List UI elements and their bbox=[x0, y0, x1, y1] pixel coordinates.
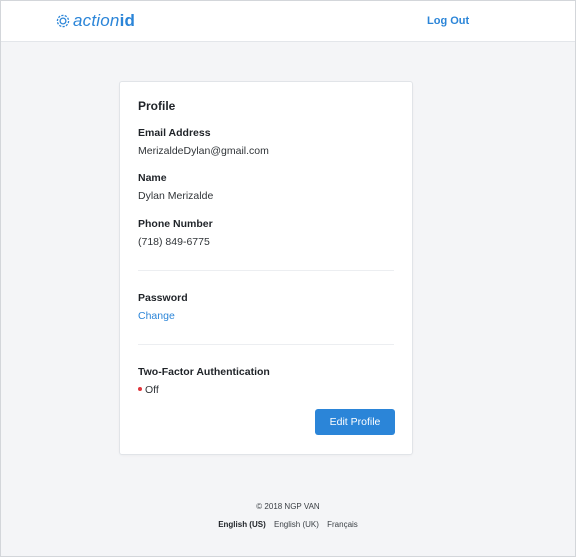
section-divider bbox=[138, 344, 394, 345]
two-factor-status-text: Off bbox=[145, 384, 159, 396]
top-nav-bar: actionid Log Out bbox=[1, 1, 575, 42]
password-label: Password bbox=[138, 292, 188, 304]
edit-profile-button[interactable]: Edit Profile bbox=[315, 409, 395, 435]
profile-card: Profile Email Address MerizaldeDylan@gma… bbox=[119, 81, 413, 455]
language-english-us[interactable]: English (US) bbox=[218, 520, 266, 529]
logo-wordmark-suffix: id bbox=[119, 11, 136, 30]
phone-label: Phone Number bbox=[138, 218, 213, 230]
email-label: Email Address bbox=[138, 127, 211, 139]
two-factor-label: Two-Factor Authentication bbox=[138, 366, 270, 378]
section-divider bbox=[138, 270, 394, 271]
language-selector: English (US) English (UK) Français bbox=[0, 520, 576, 529]
gear-icon bbox=[56, 14, 70, 28]
phone-value: (718) 849-6775 bbox=[138, 236, 210, 248]
language-french[interactable]: Français bbox=[327, 520, 358, 529]
change-password-link[interactable]: Change bbox=[138, 310, 175, 322]
logo-wordmark: actionid bbox=[73, 11, 135, 31]
status-dot-icon bbox=[138, 387, 142, 392]
language-english-uk[interactable]: English (UK) bbox=[274, 520, 319, 529]
two-factor-status: Off bbox=[138, 384, 159, 396]
logout-link[interactable]: Log Out bbox=[427, 15, 469, 27]
logo-wordmark-prefix: action bbox=[73, 11, 120, 30]
profile-title: Profile bbox=[138, 99, 176, 113]
footer-copyright: © 2018 NGP VAN bbox=[256, 502, 320, 511]
name-value: Dylan Merizalde bbox=[138, 190, 214, 202]
name-label: Name bbox=[138, 172, 167, 184]
email-value: MerizaldeDylan@gmail.com bbox=[138, 145, 269, 157]
actionid-logo[interactable]: actionid bbox=[55, 10, 135, 32]
